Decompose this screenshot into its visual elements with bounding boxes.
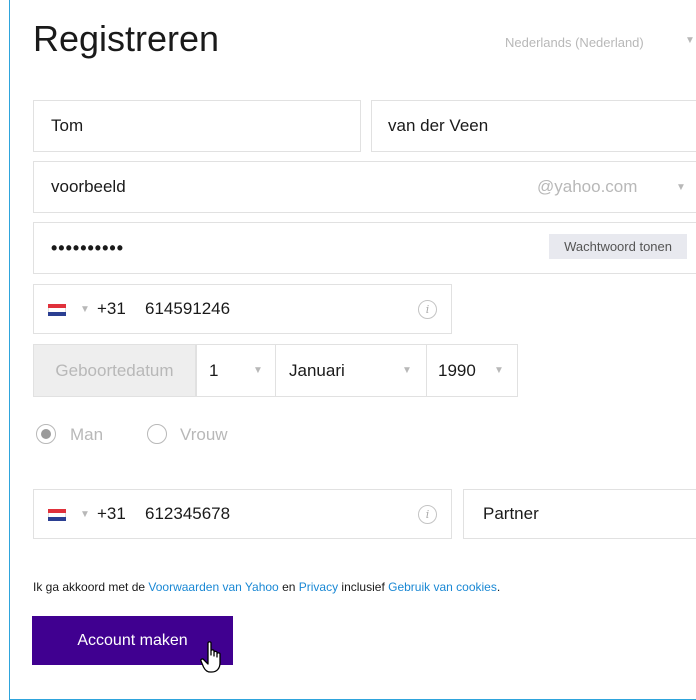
- terms-suffix: .: [496, 580, 501, 594]
- first-name-value: Tom: [51, 116, 84, 135]
- birth-day-select[interactable]: 1 ▼: [196, 344, 276, 397]
- terms-mid1: en: [278, 580, 299, 594]
- terms-text: Ik ga akkoord met de Voorwaarden van Yah…: [33, 580, 500, 594]
- recovery-phone-number-value: 612345678: [145, 504, 231, 523]
- terms-mid2: inclusief: [338, 580, 389, 594]
- terms-link-privacy[interactable]: Privacy: [299, 580, 338, 594]
- netherlands-flag-icon[interactable]: [48, 304, 66, 316]
- terms-link-cookies[interactable]: Gebruik van cookies: [388, 580, 497, 594]
- domain-selector[interactable]: @yahoo.com: [537, 162, 637, 212]
- birth-month-value: Januari: [289, 360, 345, 380]
- recovery-phone-field[interactable]: ▼ +31 612345678 i: [33, 489, 452, 539]
- show-password-button[interactable]: Wachtwoord tonen: [549, 234, 687, 259]
- birthdate-label: Geboortedatum: [33, 344, 196, 397]
- chevron-down-icon[interactable]: ▼: [494, 345, 504, 396]
- relationship-value: Partner: [483, 504, 539, 523]
- netherlands-flag-icon[interactable]: [48, 509, 66, 521]
- chevron-down-icon[interactable]: ▼: [80, 285, 90, 333]
- info-icon[interactable]: i: [418, 300, 437, 319]
- first-name-field[interactable]: Tom: [33, 100, 361, 152]
- phone-field[interactable]: ▼ +31 614591246 i: [33, 284, 452, 334]
- chevron-down-icon[interactable]: ▼: [80, 490, 90, 538]
- hand-cursor-icon: [200, 641, 221, 673]
- username-field[interactable]: voorbeeld @yahoo.com ▼: [33, 161, 696, 213]
- username-value: voorbeeld: [51, 177, 126, 196]
- password-field[interactable]: •••••••••• Wachtwoord tonen: [33, 222, 696, 274]
- password-value: ••••••••••: [51, 237, 125, 258]
- page-title: Registreren: [33, 18, 220, 59]
- chevron-down-icon[interactable]: ▼: [676, 162, 686, 212]
- gender-radio-vrouw[interactable]: [147, 424, 167, 444]
- relationship-field[interactable]: Partner: [463, 489, 696, 539]
- phone-number-value: 614591246: [145, 299, 231, 318]
- last-name-field[interactable]: van der Veen: [371, 100, 696, 152]
- gender-label-man: Man: [70, 425, 104, 444]
- birth-year-select[interactable]: 1990 ▼: [426, 344, 518, 397]
- last-name-value: van der Veen: [388, 116, 489, 135]
- terms-link-yahoo[interactable]: Voorwaarden van Yahoo: [148, 580, 278, 594]
- birth-month-select[interactable]: Januari ▼: [275, 344, 427, 397]
- gender-radio-man[interactable]: [36, 424, 56, 444]
- recovery-phone-country-code: +31: [97, 504, 126, 523]
- gender-label-vrouw: Vrouw: [180, 425, 228, 444]
- chevron-down-icon[interactable]: ▼: [253, 345, 263, 396]
- terms-prefix: Ik ga akkoord met de: [33, 580, 149, 594]
- chevron-down-icon[interactable]: ▼: [402, 345, 412, 396]
- info-icon[interactable]: i: [418, 505, 437, 524]
- chevron-down-icon[interactable]: ▼: [685, 35, 695, 46]
- birth-day-value: 1: [209, 360, 219, 380]
- birth-year-value: 1990: [438, 360, 476, 380]
- language-selector[interactable]: Nederlands (Nederland): [505, 35, 644, 50]
- phone-country-code: +31: [97, 299, 126, 318]
